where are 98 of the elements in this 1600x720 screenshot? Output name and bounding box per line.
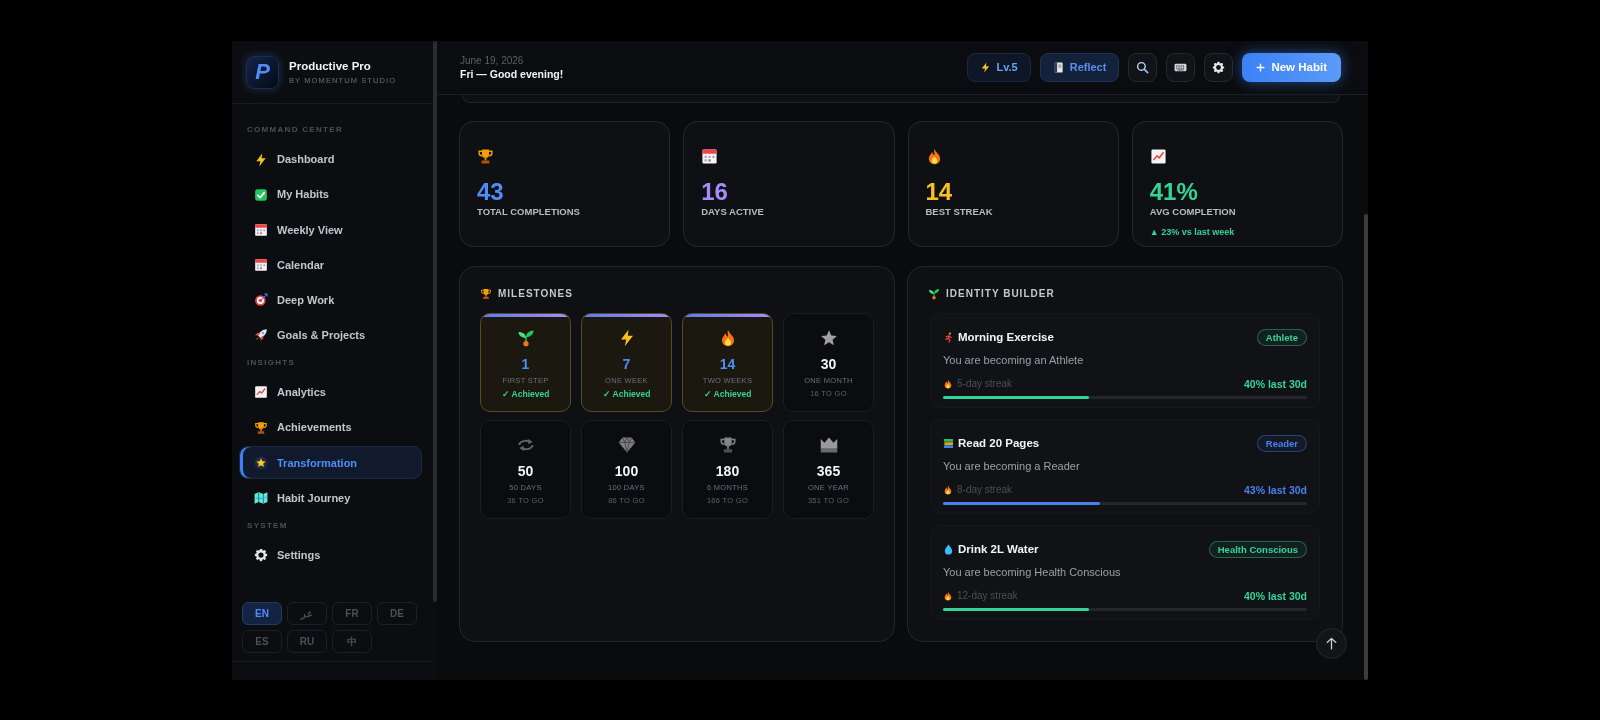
completion-rate: 40% last 30d bbox=[1243, 377, 1307, 391]
scrollbar-thumb[interactable] bbox=[1364, 214, 1368, 680]
identity-statement: You are becoming a Reader bbox=[943, 459, 1081, 474]
stat-value: 16 bbox=[701, 179, 729, 205]
identity-badge: Athlete bbox=[1256, 328, 1307, 346]
milestone-value: 50 bbox=[517, 463, 534, 480]
panel-title: IDENTITY BUILDER bbox=[946, 287, 1055, 301]
stat-label: DAYS ACTIVE bbox=[701, 205, 765, 218]
seedling-icon bbox=[516, 329, 535, 347]
plus-icon bbox=[1256, 63, 1266, 72]
greeting-text: Fri — Good evening! bbox=[460, 66, 564, 82]
identity-badge: Reader bbox=[1256, 434, 1307, 452]
nav-item[interactable]: Deep Work bbox=[239, 283, 422, 317]
milestone-status: ✓ Achieved bbox=[602, 388, 651, 400]
star-icon bbox=[819, 329, 838, 347]
scroll-top-button[interactable] bbox=[1316, 628, 1347, 659]
calendar-icon bbox=[254, 222, 268, 237]
streak-text: 12-day streak bbox=[957, 589, 1018, 603]
settings-button[interactable] bbox=[1204, 53, 1234, 82]
chart-icon bbox=[254, 385, 268, 400]
app-logo: P bbox=[246, 55, 279, 89]
notebook-icon bbox=[1052, 62, 1064, 73]
keyboard-button[interactable] bbox=[1166, 53, 1196, 82]
trophy-icon bbox=[254, 420, 268, 435]
completion-rate: 40% last 30d bbox=[1243, 589, 1307, 603]
stat-value: 41% bbox=[1149, 179, 1199, 205]
arrow-up-icon bbox=[1325, 637, 1338, 650]
level-button[interactable]: Lv.5 bbox=[966, 53, 1031, 82]
identity-badge: Health Conscious bbox=[1208, 540, 1307, 558]
nav-item[interactable]: Habit Journey bbox=[239, 481, 422, 515]
milestone-status: ✓ Achieved bbox=[501, 388, 550, 400]
panel-title: MILESTONES bbox=[498, 287, 573, 301]
stat-label: BEST STREAK bbox=[925, 205, 994, 218]
milestone-value: 1 bbox=[521, 356, 530, 373]
keyboard-icon bbox=[1174, 61, 1188, 74]
flame-icon bbox=[943, 485, 953, 495]
nav-item[interactable]: Calendar bbox=[239, 248, 422, 282]
rocket-icon bbox=[254, 328, 268, 343]
completion-rate: 43% last 30d bbox=[1243, 483, 1307, 497]
map-icon bbox=[254, 491, 268, 505]
gem-icon bbox=[617, 436, 636, 454]
checkbox-icon bbox=[254, 187, 268, 202]
habit-name: Read 20 Pages bbox=[958, 436, 1040, 451]
nav-item[interactable]: Analytics bbox=[239, 375, 422, 409]
settings-icon bbox=[254, 548, 268, 562]
nav-item[interactable]: My Habits bbox=[239, 178, 422, 212]
target-icon bbox=[254, 293, 268, 308]
habit-name: Drink 2L Water bbox=[958, 542, 1039, 557]
nav-item[interactable]: Goals & Projects bbox=[239, 318, 422, 352]
milestone-value: 365 bbox=[816, 463, 841, 480]
books-icon bbox=[943, 437, 954, 449]
milestone-value: 100 bbox=[614, 463, 639, 480]
stat-value: 14 bbox=[925, 179, 954, 205]
scrollbar-thumb[interactable] bbox=[433, 41, 437, 602]
lightning-icon bbox=[254, 152, 268, 167]
calendar-icon bbox=[701, 148, 719, 166]
stat-label: AVG COMPLETION bbox=[1149, 205, 1237, 218]
habit-name: Morning Exercise bbox=[958, 330, 1054, 345]
identity-statement: You are becoming Health Conscious bbox=[943, 565, 1122, 580]
milestone-status: ✓ Achieved bbox=[703, 388, 752, 400]
milestone-value: 180 bbox=[715, 463, 740, 480]
flame-icon bbox=[943, 379, 953, 389]
search-icon bbox=[1136, 61, 1150, 74]
chart-icon bbox=[1149, 148, 1167, 166]
milestone-value: 30 bbox=[820, 356, 837, 373]
identity-statement: You are becoming an Athlete bbox=[943, 353, 1085, 368]
nav-item[interactable]: Settings bbox=[239, 538, 422, 572]
section-label: SYSTEM bbox=[246, 519, 289, 532]
streak-text: 5-day streak bbox=[957, 377, 1013, 391]
trophy-icon bbox=[477, 148, 494, 166]
reflect-button[interactable]: Reflect bbox=[1039, 53, 1120, 82]
app-name: Productive Pro bbox=[289, 58, 372, 74]
section-label: COMMAND CENTER bbox=[246, 124, 344, 136]
stat-value: 43 bbox=[477, 179, 505, 205]
milestone-value: 14 bbox=[719, 356, 736, 373]
milestone-value: 7 bbox=[622, 356, 631, 373]
trophy-icon bbox=[480, 288, 492, 300]
stat-label: TOTAL COMPLETIONS bbox=[477, 205, 581, 218]
nav-item[interactable]: Achievements bbox=[239, 411, 422, 445]
runner-icon bbox=[943, 331, 954, 343]
flame-icon bbox=[943, 591, 953, 601]
trophy-icon bbox=[718, 436, 737, 454]
star-icon bbox=[254, 455, 268, 470]
nav-item[interactable]: Transformation bbox=[239, 446, 422, 480]
search-button[interactable] bbox=[1128, 53, 1158, 82]
droplet-icon bbox=[943, 543, 954, 555]
language-button[interactable]: EN bbox=[242, 602, 282, 626]
settings-icon bbox=[1212, 61, 1226, 74]
seedling-icon bbox=[928, 288, 940, 300]
cycle-arrows-icon bbox=[516, 436, 535, 454]
streak-text: 8-day streak bbox=[957, 483, 1013, 497]
date-text: June 19, 2026 bbox=[460, 53, 525, 67]
nav-item[interactable]: Dashboard bbox=[239, 143, 422, 176]
nav-item[interactable]: Weekly View bbox=[239, 213, 422, 247]
calendar-icon bbox=[254, 258, 268, 273]
trend-text: ▲ 23% vs last week bbox=[1149, 226, 1236, 238]
crown-icon bbox=[819, 436, 838, 454]
section-label: INSIGHTS bbox=[246, 356, 297, 369]
